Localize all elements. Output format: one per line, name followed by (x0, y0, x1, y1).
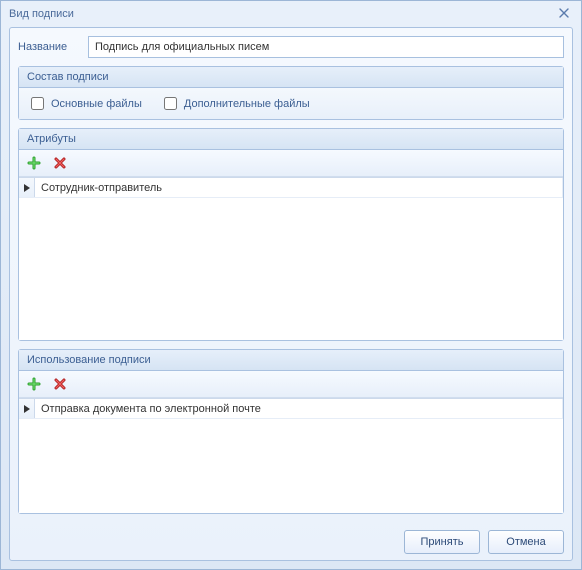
list-item[interactable]: Сотрудник-отправитель (19, 178, 563, 198)
add-icon[interactable] (23, 373, 45, 395)
attributes-group: Атрибуты Сотрудник-отправитель (18, 128, 564, 341)
main-files-check-input[interactable] (31, 97, 44, 110)
titlebar: Вид подписи (1, 1, 581, 27)
main-files-checkbox[interactable]: Основные файлы (27, 94, 142, 113)
usage-toolbar (19, 371, 563, 398)
usage-cell: Отправка документа по электронной почте (35, 399, 563, 418)
attributes-header: Атрибуты (19, 129, 563, 150)
usage-group: Использование подписи Отправка документа… (18, 349, 564, 514)
delete-icon[interactable] (49, 152, 71, 174)
extra-files-checkbox[interactable]: Дополнительные файлы (160, 94, 310, 113)
list-item[interactable]: Отправка документа по электронной почте (19, 399, 563, 419)
window-title: Вид подписи (9, 8, 74, 20)
row-marker-icon (19, 178, 35, 197)
client-area: Название Состав подписи Основные файлы Д… (9, 27, 573, 561)
main-files-label: Основные файлы (51, 98, 142, 110)
extra-files-label: Дополнительные файлы (184, 98, 310, 110)
attributes-cell: Сотрудник-отправитель (35, 178, 563, 197)
ok-button[interactable]: Принять (404, 530, 480, 554)
row-marker-icon (19, 399, 35, 418)
add-icon[interactable] (23, 152, 45, 174)
attributes-grid[interactable]: Сотрудник-отправитель (19, 177, 563, 340)
composition-group: Состав подписи Основные файлы Дополнител… (18, 66, 564, 120)
signature-type-dialog: Вид подписи Название Состав подписи Осно… (0, 0, 582, 570)
footer: Принять Отмена (18, 522, 564, 554)
composition-header: Состав подписи (19, 67, 563, 88)
name-row: Название (18, 36, 564, 58)
usage-grid[interactable]: Отправка документа по электронной почте (19, 398, 563, 513)
attributes-toolbar (19, 150, 563, 177)
name-input[interactable] (88, 36, 564, 58)
extra-files-check-input[interactable] (164, 97, 177, 110)
name-label: Название (18, 41, 78, 53)
delete-icon[interactable] (49, 373, 71, 395)
close-icon[interactable] (557, 6, 573, 22)
composition-body: Основные файлы Дополнительные файлы (19, 88, 563, 119)
cancel-button[interactable]: Отмена (488, 530, 564, 554)
usage-header: Использование подписи (19, 350, 563, 371)
